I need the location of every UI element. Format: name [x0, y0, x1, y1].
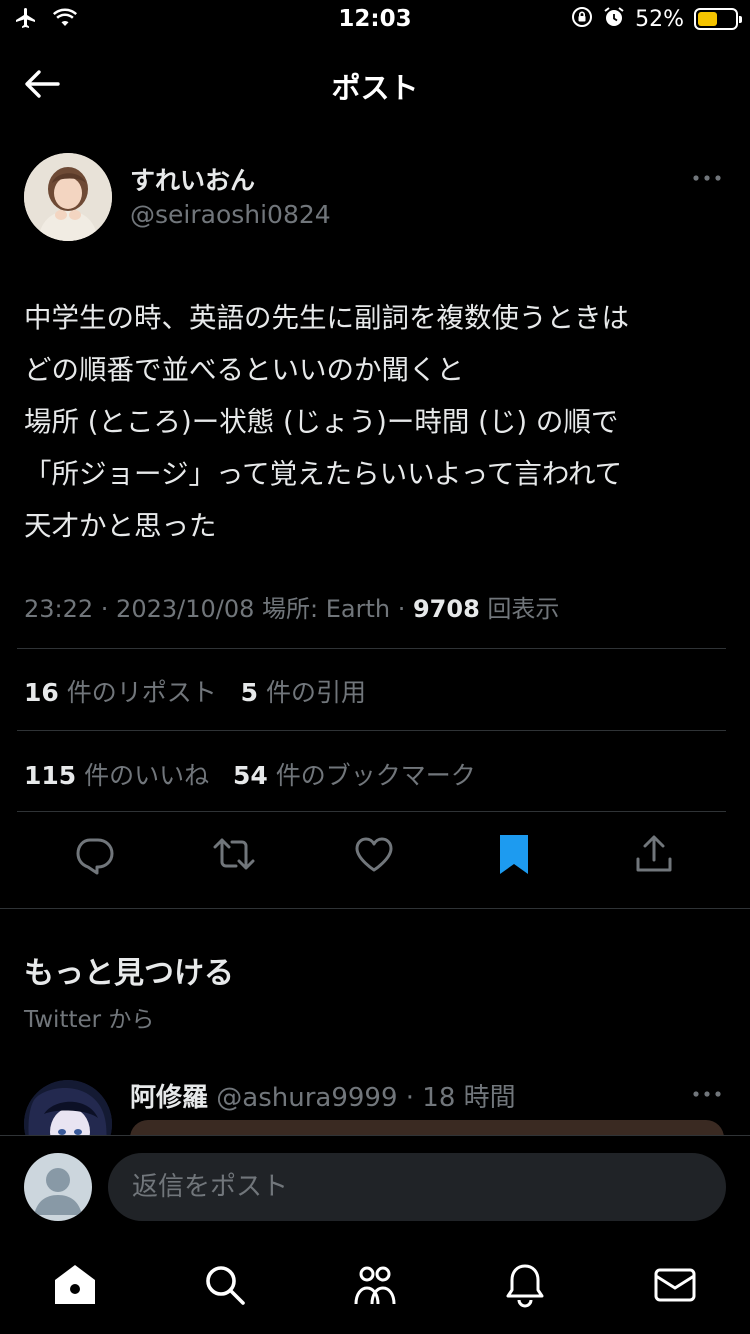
battery-percent: 52% — [635, 6, 684, 32]
orientation-lock-icon — [571, 6, 593, 32]
status-right: 52% — [571, 6, 742, 32]
action-bar — [0, 832, 750, 878]
view-count: 9708 — [412, 595, 480, 623]
discover-subtitle: Twitter から — [24, 1007, 155, 1033]
alarm-icon — [603, 6, 625, 32]
author-avatar[interactable] — [24, 153, 112, 241]
reply-input[interactable]: 返信をポスト — [108, 1153, 726, 1221]
recommended-handle[interactable]: @ashura9999 — [216, 1083, 397, 1113]
reply-icon[interactable] — [72, 832, 116, 876]
tweet-line: どの順番で並べるといいのか聞くと — [24, 354, 464, 386]
like-stats: 115 件のいいね 54 件のブックマーク — [24, 756, 476, 792]
like-count: 115 — [24, 761, 77, 790]
post-header: ポスト — [0, 48, 750, 120]
more-icon[interactable] — [692, 168, 722, 188]
repost-stats: 16 件のリポスト 5 件の引用 — [24, 673, 366, 709]
view-label: 回表示 — [479, 595, 560, 623]
tweet-line: 「所ジョージ」って覚えたらいいよって言われて — [24, 458, 623, 490]
divider — [17, 811, 726, 812]
battery-icon — [694, 8, 742, 30]
repost-count: 16 — [24, 678, 59, 707]
search-icon[interactable] — [202, 1262, 248, 1308]
author-name[interactable]: すれいおん — [130, 161, 255, 197]
divider — [17, 648, 726, 649]
like-icon[interactable] — [352, 832, 396, 876]
tweet-line: 中学生の時、英語の先生に副詞を複数使うときは — [24, 302, 629, 334]
bookmark-label: 件のブックマーク — [267, 761, 476, 790]
timestamp-location: 23:22 · 2023/10/08 場所: Earth · — [24, 595, 413, 623]
recommended-header: 阿修羅 @ashura9999 · 18 時間 — [130, 1077, 516, 1114]
bookmarks-link[interactable]: 54 件のブックマーク — [233, 761, 476, 790]
notifications-icon[interactable] — [502, 1262, 548, 1308]
bookmark-icon[interactable] — [492, 832, 536, 876]
tab-bar — [0, 1240, 750, 1334]
section-divider — [0, 908, 750, 909]
tweet-text: 中学生の時、英語の先生に副詞を複数使うときは どの順番で並べるといいのか聞くと … — [24, 292, 734, 552]
repost-label: 件のリポスト — [58, 678, 217, 707]
bookmark-count: 54 — [232, 761, 268, 790]
author-handle[interactable]: @seiraoshi0824 — [130, 200, 331, 229]
quote-label: 件の引用 — [258, 678, 366, 707]
my-avatar[interactable] — [24, 1153, 92, 1221]
divider — [17, 730, 726, 731]
communities-icon[interactable] — [352, 1262, 398, 1308]
retweet-icon[interactable] — [212, 832, 256, 876]
discover-title: もっと見つける — [24, 956, 234, 991]
messages-icon[interactable] — [652, 1262, 698, 1308]
recommended-time: · 18 時間 — [397, 1083, 516, 1113]
likes-link[interactable]: 115 件のいいね — [24, 761, 209, 790]
quotes-link[interactable]: 5 件の引用 — [241, 678, 366, 707]
status-bar: 12:03 52% — [0, 0, 750, 40]
home-icon[interactable] — [52, 1262, 98, 1308]
tweet-meta: 23:22 · 2023/10/08 場所: Earth · 9708 回表示 — [24, 589, 559, 624]
battery-level — [698, 12, 717, 26]
quote-count: 5 — [240, 678, 258, 707]
share-icon[interactable] — [632, 832, 676, 876]
more-icon[interactable] — [692, 1084, 722, 1104]
page-title: ポスト — [331, 71, 419, 105]
reply-bar: 返信をポスト — [0, 1135, 750, 1240]
tweet-line: 場所 (ところ)ー状態 (じょう)ー時間 (じ) の順で — [24, 406, 619, 438]
like-label: 件のいいね — [76, 761, 210, 790]
recommended-name[interactable]: 阿修羅 — [130, 1083, 208, 1113]
reposts-link[interactable]: 16 件のリポスト — [24, 678, 217, 707]
tweet-line: 天才かと思った — [24, 510, 217, 542]
